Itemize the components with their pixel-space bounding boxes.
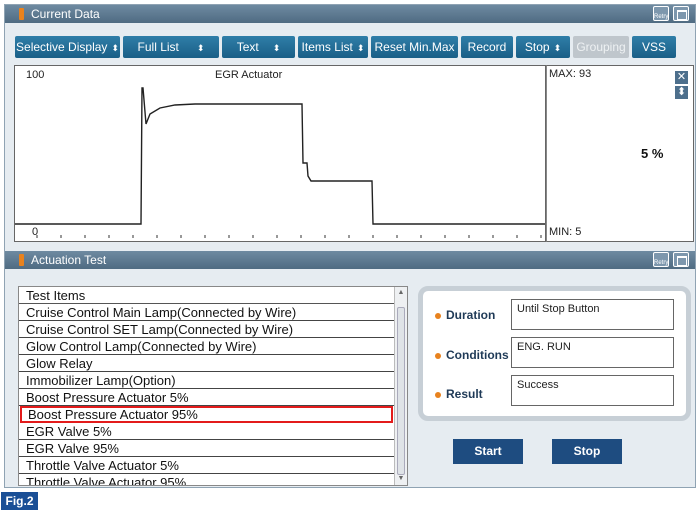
updown-icon: ⬍	[356, 43, 365, 53]
updown-icon: ⬍	[111, 43, 119, 53]
y-max-label: 100	[26, 69, 45, 81]
stop-dropdown-button[interactable]: Stop ⬍	[516, 36, 570, 58]
selective-display-button[interactable]: Selective Display ⬍	[15, 36, 120, 58]
record-button[interactable]: Record	[461, 36, 513, 58]
list-item[interactable]: Boost Pressure Actuator 5%	[19, 389, 395, 406]
list-header: Test Items	[19, 287, 395, 304]
list-item[interactable]: EGR Valve 95%	[19, 440, 395, 457]
actuation-test-title: Actuation Test	[31, 253, 107, 267]
egr-actuator-graph	[15, 87, 545, 238]
retry-button[interactable]: Retry	[653, 252, 669, 267]
retry-button[interactable]: Retry	[653, 6, 669, 21]
list-item[interactable]: Throttle Valve Actuator 5%	[19, 457, 395, 474]
list-item[interactable]: Boost Pressure Actuator 95%	[20, 406, 393, 423]
list-item[interactable]: Immobilizer Lamp(Option)	[19, 372, 395, 389]
bullet-icon	[435, 353, 441, 359]
flag-icon	[19, 254, 24, 266]
grouping-button[interactable]: Grouping	[573, 36, 629, 58]
test-info-panel: Duration Until Stop Button Conditions EN…	[418, 286, 691, 421]
graph-panel: 100 EGR Actuator 0	[14, 65, 546, 242]
result-field: Success	[511, 375, 674, 406]
window-toggle-icon[interactable]	[673, 252, 689, 267]
y-min-label: 0	[32, 226, 39, 238]
updown-icon: ⬍	[553, 43, 562, 53]
full-list-button[interactable]: Full List ⬍	[123, 36, 219, 58]
flag-icon	[19, 8, 24, 20]
text-button[interactable]: Text ⬍	[222, 36, 295, 58]
test-items-list: Test Items Cruise Control Main Lamp(Conn…	[18, 286, 408, 486]
graph-side-panel: MAX: 93 ✕ ⬍ 5 % MIN: 5	[546, 65, 694, 242]
list-item[interactable]: EGR Valve 5%	[19, 423, 395, 440]
items-list-button[interactable]: Items List ⬍	[298, 36, 368, 58]
vss-button[interactable]: VSS	[632, 36, 676, 58]
list-item[interactable]: Cruise Control SET Lamp(Connected by Wir…	[19, 321, 395, 338]
max-label: MAX: 93	[549, 68, 592, 80]
stop-button[interactable]: Stop	[552, 439, 622, 464]
app-window: Current Data Retry Selective Display ⬍ Fu…	[4, 4, 696, 488]
window-toggle-icon[interactable]	[673, 6, 689, 21]
graph-title: EGR Actuator	[215, 69, 283, 81]
duration-field: Until Stop Button	[511, 299, 674, 330]
egr-actuator-trace	[15, 87, 545, 225]
current-data-title: Current Data	[31, 7, 100, 21]
scroll-thumb[interactable]	[397, 307, 405, 475]
list-item[interactable]: Throttle Valve Actuator 95%	[19, 474, 395, 485]
list-item[interactable]: Glow Relay	[19, 355, 395, 372]
bullet-icon	[435, 392, 441, 398]
actuation-test-titlebar: Actuation Test Retry	[5, 251, 695, 269]
updown-icon: ⬍	[196, 43, 205, 53]
conditions-label: Conditions	[446, 348, 509, 362]
start-button[interactable]: Start	[453, 439, 523, 464]
conditions-field: ENG. RUN	[511, 337, 674, 368]
duration-label: Duration	[446, 308, 496, 322]
scroll-up-icon[interactable]: ▲	[396, 288, 406, 298]
updown-icon: ⬍	[272, 43, 281, 53]
reset-min-max-button[interactable]: Reset Min.Max	[371, 36, 458, 58]
bullet-icon	[435, 313, 441, 319]
scrollbar[interactable]: ▲ ▼	[394, 287, 407, 485]
updown-icon[interactable]: ⬍	[675, 86, 688, 99]
figure-label: Fig.2	[1, 492, 38, 510]
result-label: Result	[446, 387, 483, 401]
close-icon[interactable]: ✕	[675, 71, 688, 84]
list-item[interactable]: Cruise Control Main Lamp(Connected by Wi…	[19, 304, 395, 321]
scroll-down-icon[interactable]: ▼	[396, 474, 406, 484]
min-label: MIN: 5	[549, 226, 582, 238]
current-value: 5 %	[641, 146, 664, 161]
x-axis-ticks	[36, 235, 542, 238]
list-item[interactable]: Glow Control Lamp(Connected by Wire)	[19, 338, 395, 355]
current-data-titlebar: Current Data Retry	[5, 5, 695, 23]
